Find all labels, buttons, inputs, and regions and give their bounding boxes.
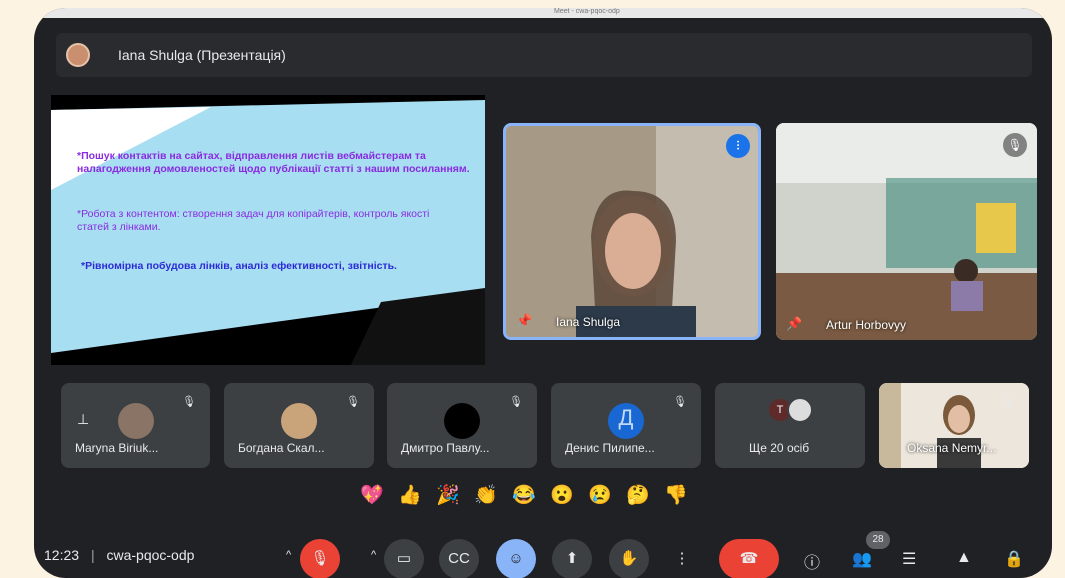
participant-name: Денис Пилипе...: [565, 441, 655, 455]
presentation-slide: *Пошук контактів на сайтах, відправлення…: [51, 95, 485, 365]
presenter-title: Iana Shulga (Презентація): [118, 47, 286, 63]
avatar-letter: Д: [618, 405, 634, 430]
video-tile-artur[interactable]: 🎙 📌 Artur Horbovyy: [776, 123, 1037, 340]
avatar: [281, 403, 317, 439]
mic-off-icon: 🎙: [509, 396, 523, 408]
info-icon[interactable]: ⓘ: [804, 549, 820, 573]
lock-icon[interactable]: 🔒: [1004, 549, 1024, 569]
presenter-avatar: [66, 43, 90, 67]
clap-reaction[interactable]: 👏: [472, 483, 500, 507]
people-icon[interactable]: 👥: [852, 549, 872, 569]
meeting-info: 12:23 | cwa-pqoc-odp: [44, 547, 194, 563]
more-options-button[interactable]: ⋮: [662, 539, 702, 578]
laugh-reaction[interactable]: 😂: [510, 483, 538, 507]
video-feed: [506, 126, 758, 337]
more-participants-tile[interactable]: T Ще 20 осіб: [715, 383, 865, 468]
presenter-bar: Iana Shulga (Презентація): [56, 33, 1032, 77]
party-reaction[interactable]: 🎉: [434, 483, 462, 507]
separator: |: [90, 547, 95, 563]
emoji-button[interactable]: ☺: [496, 539, 536, 578]
participant-tile[interactable]: 🎙 Богдана Скал...: [224, 383, 374, 468]
activities-icon[interactable]: ▲: [956, 549, 972, 567]
chat-icon[interactable]: ☰: [902, 549, 916, 569]
raise-hand-button[interactable]: ✋: [609, 539, 649, 578]
sparkling-heart-reaction[interactable]: 💖: [358, 483, 386, 507]
mic-off-icon: 🎙: [1001, 396, 1015, 408]
present-button[interactable]: ⬆: [552, 539, 592, 578]
tile-name: Artur Horbovyy: [826, 318, 907, 332]
participant-name: Oksana Nemyr...: [907, 441, 997, 455]
avatar: [444, 403, 480, 439]
speaking-indicator-icon: ⫶: [726, 134, 750, 158]
mic-off-button[interactable]: 🎙: [300, 539, 340, 578]
chevron-up-icon[interactable]: ^: [371, 549, 376, 561]
control-bar: 12:23 | cwa-pqoc-odp ^ 🎙 ^ ▭ CC ☺ ⬆ ✋ ⋮ …: [34, 523, 1052, 578]
pin-icon[interactable]: 📌: [786, 316, 802, 332]
clock-time: 12:23: [44, 547, 80, 563]
thumbs-up-reaction[interactable]: 👍: [396, 483, 424, 507]
mic-off-icon: 🎙: [1003, 133, 1027, 157]
chevron-up-icon[interactable]: ^: [286, 549, 291, 561]
participant-tile[interactable]: 🎙 Дмитро Павлу...: [387, 383, 537, 468]
thumbs-down-reaction[interactable]: 👎: [662, 483, 690, 507]
meet-window: Meet - cwa-pqoc-odp Iana Shulga (Презент…: [34, 8, 1052, 578]
slide-bullet-2: *Робота з контентом: створення задач для…: [77, 208, 430, 233]
participant-name: Богдана Скал...: [238, 441, 325, 455]
pin-icon[interactable]: ⊥: [77, 411, 89, 428]
pin-icon[interactable]: 📌: [516, 313, 532, 329]
surprised-reaction[interactable]: 😮: [548, 483, 576, 507]
thinking-reaction[interactable]: 🤔: [624, 483, 652, 507]
browser-tab[interactable]: Meet - cwa-pqoc-odp: [554, 8, 620, 15]
participant-tile[interactable]: Д 🎙 Денис Пилипе...: [551, 383, 701, 468]
participant-tile[interactable]: ⊥ 🎙 Maryna Biriuk...: [61, 383, 210, 468]
mic-off-icon: 🎙: [182, 396, 196, 408]
avatar: [787, 397, 813, 423]
video-feed: [776, 123, 1037, 340]
browser-tab-strip: Meet - cwa-pqoc-odp: [34, 8, 1052, 18]
avatar: [117, 403, 154, 439]
meeting-code: cwa-pqoc-odp: [106, 547, 195, 563]
video-tile-iana[interactable]: ⫶ 📌 Iana Shulga: [503, 123, 761, 340]
participant-name: Дмитро Павлу...: [401, 441, 490, 455]
captions-button[interactable]: CC: [439, 539, 479, 578]
mic-off-icon: 🎙: [346, 396, 360, 408]
participant-name: Maryna Biriuk...: [75, 441, 159, 455]
reactions-bar: 💖 👍 🎉 👏 😂 😮 😢 🤔 👎: [358, 480, 738, 510]
slide-bullet-1: *Пошук контактів на сайтах, відправлення…: [77, 150, 470, 175]
sad-reaction[interactable]: 😢: [586, 483, 614, 507]
end-call-button[interactable]: ☎: [719, 539, 779, 578]
participant-tile[interactable]: 🎙 Oksana Nemyr...: [879, 383, 1029, 468]
slide-bullet-3: *Рівномірна побудова лінків, аналіз ефек…: [81, 260, 397, 272]
mic-off-icon: 🎙: [673, 396, 687, 408]
participant-name: Ще 20 осіб: [749, 441, 810, 455]
tile-name: Iana Shulga: [556, 315, 621, 329]
camera-button[interactable]: ▭: [384, 539, 424, 578]
participant-count-badge: 28: [866, 531, 890, 549]
